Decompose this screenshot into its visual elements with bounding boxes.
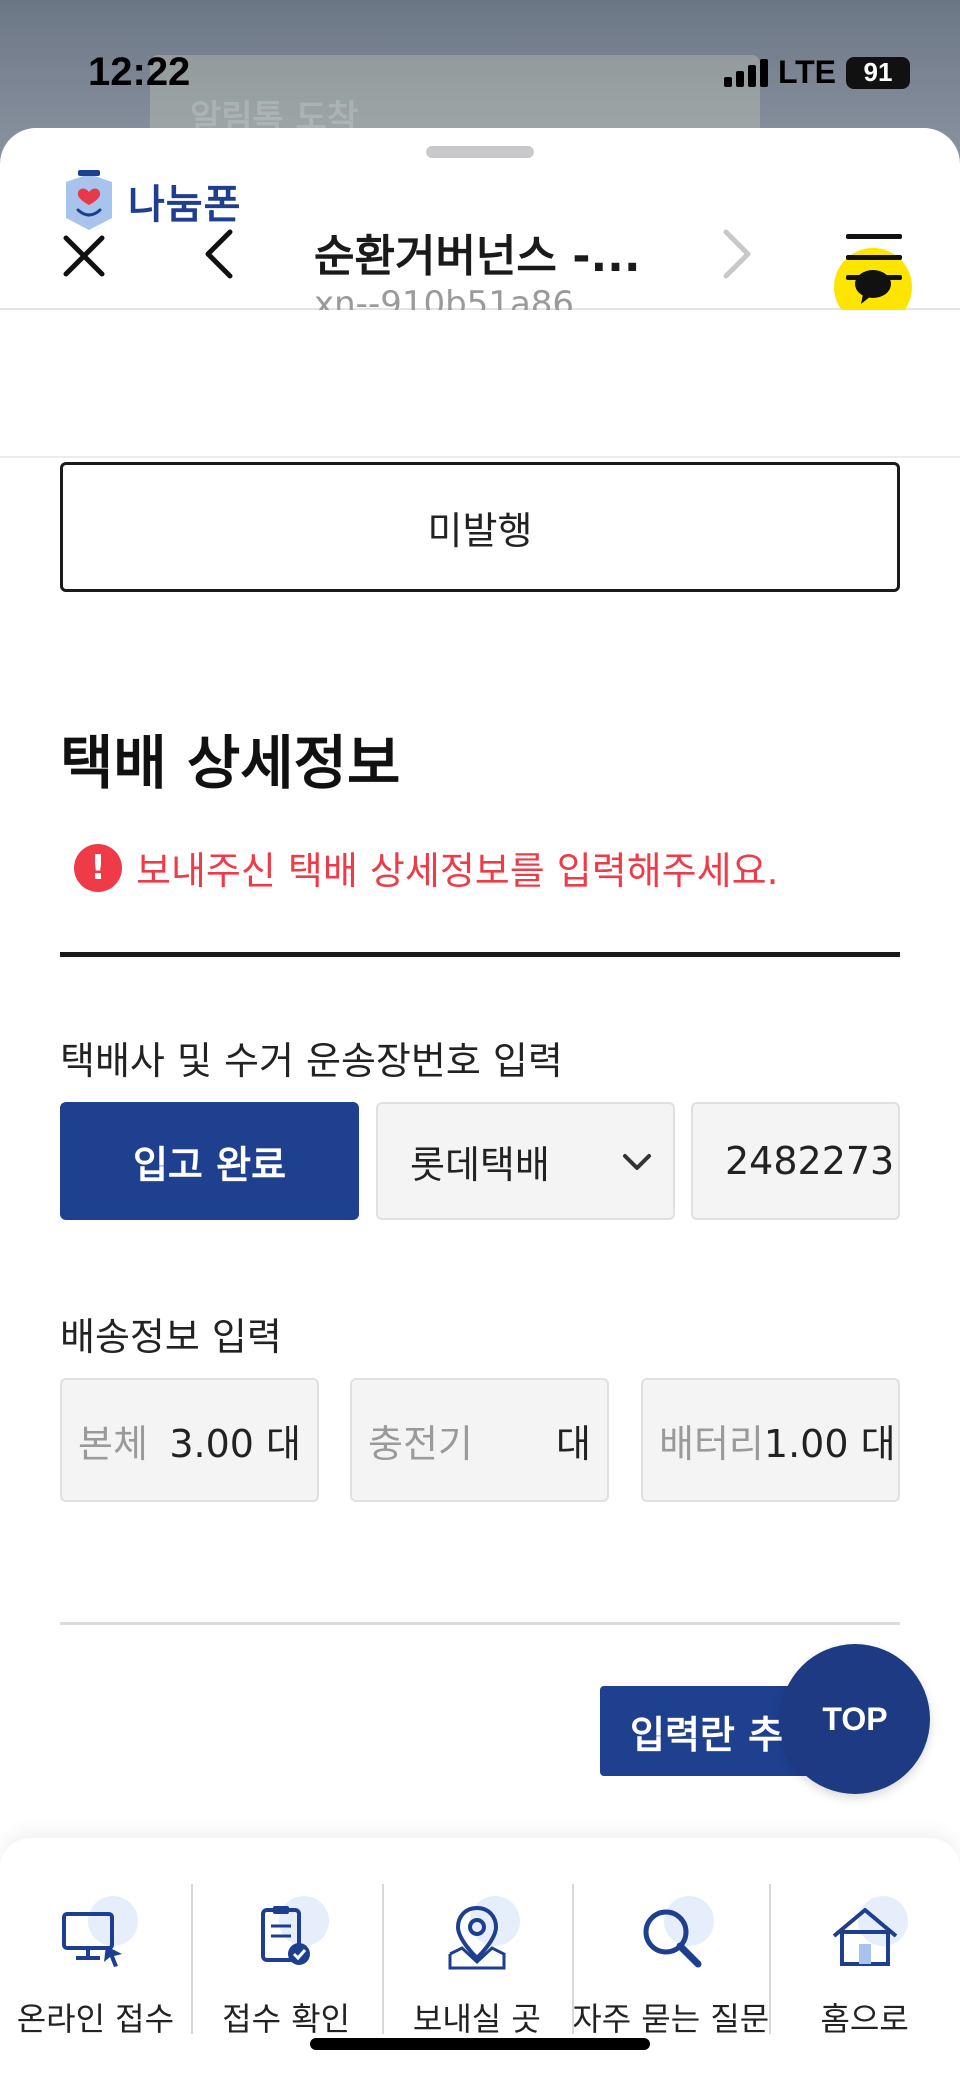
battery-icon: 91 — [846, 56, 910, 89]
network-type: LTE — [777, 54, 836, 90]
courier-label: 택배사 및 수거 운송장번호 입력 — [60, 1039, 563, 1083]
logo-phone-heart-icon — [66, 170, 112, 230]
forward-icon[interactable] — [716, 226, 756, 282]
nav-online-receipt[interactable]: 온라인 접수 — [0, 1838, 191, 2079]
site-logo[interactable]: 나눔폰 — [58, 168, 241, 234]
tracking-number-input[interactable]: 2482273 — [691, 1102, 900, 1220]
form-divider — [60, 1622, 900, 1625]
courier-select-value: 롯데택배 — [410, 1142, 550, 1187]
alert-message: ! 보내주신 택배 상세정보를 입력해주세요. — [74, 840, 779, 895]
magnifier-icon — [634, 1896, 714, 1974]
map-pin-icon — [440, 1896, 520, 1974]
home-indicator[interactable] — [310, 2038, 650, 2050]
status-indicators: LTE 91 — [723, 54, 910, 91]
shipping-label: 배송정보 입력 — [60, 1315, 282, 1359]
logo-text: 나눔폰 — [128, 182, 242, 228]
quantity-field-charger[interactable]: 충전기 대 — [350, 1378, 609, 1502]
status-time: 12:22 — [88, 50, 191, 94]
scroll-top-button[interactable]: TOP — [780, 1644, 930, 1794]
nav-home[interactable]: 홈으로 — [769, 1838, 960, 2079]
home-icon — [828, 1896, 908, 1974]
courier-select[interactable]: 롯데택배 — [376, 1102, 675, 1220]
section-title: 택배 상세정보 — [60, 729, 401, 797]
quantity-field-battery[interactable]: 배터리 1.00 대 — [641, 1378, 900, 1502]
signal-icon — [723, 58, 768, 87]
monitor-cursor-icon — [58, 1896, 139, 1974]
nav-label: 온라인 접수 — [16, 2000, 175, 2038]
nav-label: 보내실 곳 — [412, 2000, 541, 2038]
quantity-value: 3.00 대 — [169, 1421, 301, 1466]
chevron-down-icon — [623, 1154, 651, 1170]
quantity-label: 충전기 — [368, 1421, 473, 1466]
sheet-grabber[interactable] — [426, 146, 534, 158]
quantity-value: 대 — [556, 1421, 591, 1466]
nav-label: 접수 확인 — [222, 2000, 351, 2038]
received-complete-button[interactable]: 입고 완료 — [60, 1102, 359, 1220]
hamburger-menu-icon[interactable] — [846, 234, 902, 280]
receipt-status-box: 미발행 — [60, 462, 900, 592]
quantity-label: 배터리 — [659, 1421, 764, 1466]
clipboard-check-icon — [249, 1896, 330, 1974]
exclamation-icon: ! — [74, 843, 122, 892]
nav-label: 자주 묻는 질문 — [572, 2000, 770, 2038]
quantity-value: 1.00 대 — [763, 1421, 896, 1466]
site-header — [0, 310, 960, 458]
back-icon[interactable] — [200, 226, 240, 282]
nav-label: 홈으로 — [820, 2000, 909, 2038]
section-divider — [60, 952, 900, 957]
quantity-label: 본체 — [78, 1421, 148, 1466]
page-title: 순환거버넌스 -... — [314, 231, 641, 282]
quantity-field-body[interactable]: 본체 3.00 대 — [60, 1378, 319, 1502]
close-icon[interactable] — [58, 230, 110, 282]
alert-text: 보내주신 택배 상세정보를 입력해주세요. — [136, 849, 779, 893]
